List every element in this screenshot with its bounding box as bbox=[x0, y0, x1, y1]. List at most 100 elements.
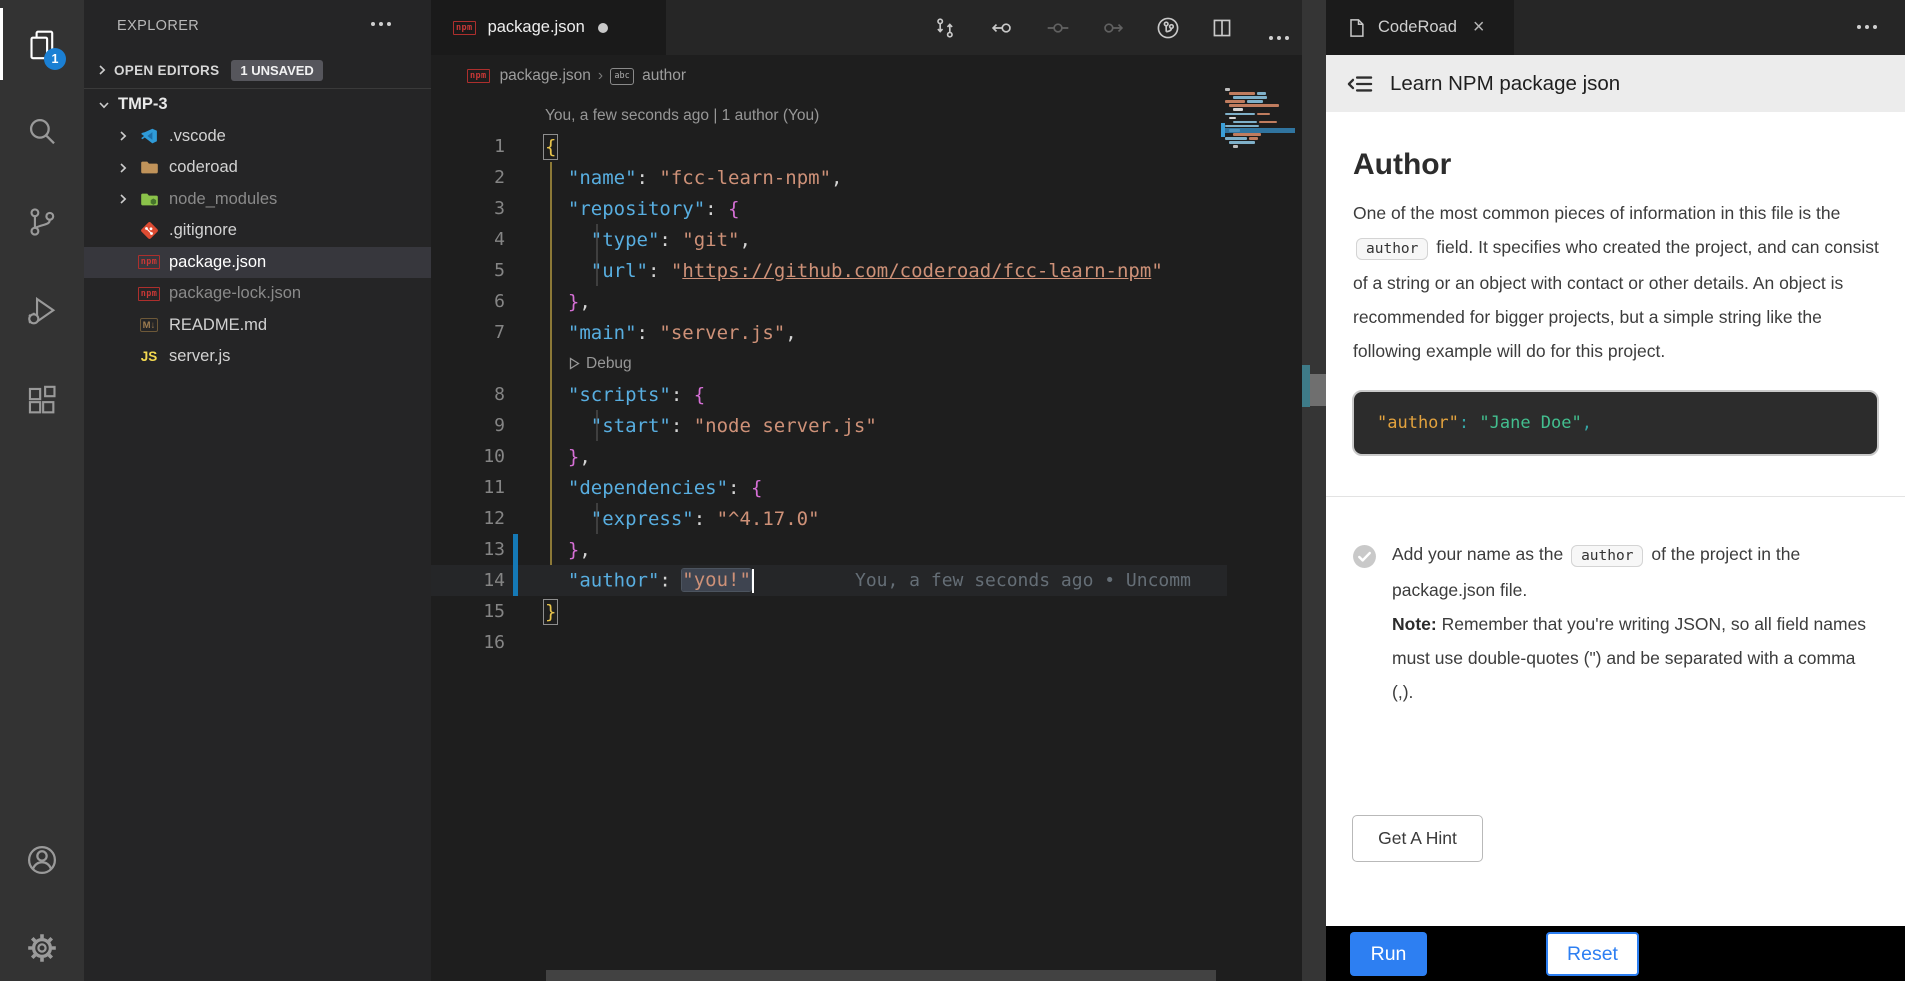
code-line-15[interactable]: 15} bbox=[431, 596, 1227, 627]
root-folder-label: TMP-3 bbox=[118, 95, 168, 114]
code-line-9[interactable]: 9 "start": "node server.js" bbox=[431, 410, 1227, 441]
file-row-node_modules[interactable]: node_modules bbox=[84, 184, 431, 216]
line-number: 8 bbox=[431, 384, 505, 405]
split-editor-icon[interactable] bbox=[1210, 16, 1234, 40]
chevron-right-icon bbox=[113, 158, 133, 178]
file-label: .vscode bbox=[169, 127, 226, 146]
horizontal-scrollbar[interactable] bbox=[546, 970, 1216, 981]
code-line-14[interactable]: 14 "author": "you!"You, a few seconds ag… bbox=[431, 565, 1227, 596]
file-label: server.js bbox=[169, 347, 230, 366]
code-line-11[interactable]: 11 "dependencies": { bbox=[431, 472, 1227, 503]
debug-codelens[interactable]: Debug bbox=[569, 355, 632, 373]
extensions-icon[interactable] bbox=[0, 370, 84, 432]
line-number: 9 bbox=[431, 415, 505, 436]
editor-tab-bar: npm package.json bbox=[431, 0, 1326, 55]
file-row-server.js[interactable]: JS server.js bbox=[84, 341, 431, 373]
next-change-icon[interactable] bbox=[1101, 16, 1125, 40]
section-heading: Author bbox=[1353, 148, 1879, 182]
account-icon[interactable] bbox=[0, 829, 84, 891]
tab-package-json[interactable]: npm package.json bbox=[431, 0, 666, 55]
npm-icon: npm bbox=[137, 252, 161, 272]
code-line-5[interactable]: 5 "url": "https://github.com/coderoad/fc… bbox=[431, 255, 1227, 286]
tab-coderoad[interactable]: CodeRoad × bbox=[1326, 0, 1514, 55]
code-line-4[interactable]: 4 "type": "git", bbox=[431, 224, 1227, 255]
markdown-icon: M↓ bbox=[137, 315, 161, 335]
menu-collapse-icon[interactable] bbox=[1346, 70, 1374, 98]
editor-scrollbar-gutter[interactable] bbox=[1302, 0, 1326, 981]
open-changes-circle-icon[interactable] bbox=[1156, 16, 1180, 40]
tree-root-tmp-3[interactable]: TMP-3 bbox=[84, 89, 431, 121]
modified-line-marker bbox=[513, 534, 518, 565]
explorer-badge: 1 bbox=[44, 48, 66, 70]
run-debug-icon[interactable] bbox=[0, 280, 84, 342]
file-row-coderoad[interactable]: coderoad bbox=[84, 152, 431, 184]
code-line-6[interactable]: 6 }, bbox=[431, 286, 1227, 317]
line-number: 15 bbox=[431, 601, 505, 622]
modified-line-marker bbox=[513, 565, 518, 596]
explorer-icon[interactable] bbox=[0, 14, 84, 76]
line-number: 12 bbox=[431, 508, 505, 529]
chevron-right-icon bbox=[92, 60, 112, 80]
breadcrumb-symbol[interactable]: author bbox=[642, 67, 686, 85]
code-line-10[interactable]: 10 }, bbox=[431, 441, 1227, 472]
file-label: package.json bbox=[169, 253, 266, 272]
scrollbar-thumb[interactable] bbox=[1310, 374, 1326, 406]
reset-button[interactable]: Reset bbox=[1546, 932, 1639, 976]
divider bbox=[1326, 496, 1905, 497]
code-editor[interactable]: You, a few seconds ago | 1 author (You) 1… bbox=[431, 100, 1227, 658]
line-number: 14 bbox=[431, 570, 505, 591]
breadcrumb-file[interactable]: package.json bbox=[500, 67, 591, 85]
code-line-2[interactable]: 2 "name": "fcc-learn-npm", bbox=[431, 162, 1227, 193]
code-line-13[interactable]: 13 }, bbox=[431, 534, 1227, 565]
run-button[interactable]: Run bbox=[1350, 932, 1427, 976]
file-row-README.md[interactable]: M↓README.md bbox=[84, 310, 431, 342]
code-line-16[interactable]: 16 bbox=[431, 627, 1227, 658]
explorer-sidebar: EXPLORER OPEN EDITORS 1 UNSAVED TMP-3 .v… bbox=[84, 0, 431, 981]
unsaved-dot-icon[interactable] bbox=[598, 23, 608, 33]
code-text: "author": "you!" bbox=[545, 569, 754, 593]
blame-codelens[interactable]: You, a few seconds ago | 1 author (You) bbox=[545, 107, 819, 125]
settings-gear-icon[interactable] bbox=[0, 917, 84, 979]
file-row-package-lock.json[interactable]: npmpackage-lock.json bbox=[84, 278, 431, 310]
chevron-right-icon: › bbox=[598, 67, 603, 85]
file-row-.gitignore[interactable]: .gitignore bbox=[84, 215, 431, 247]
change-disabled-icon[interactable] bbox=[1046, 16, 1070, 40]
breadcrumb[interactable]: npm package.json › abc author bbox=[431, 55, 1326, 97]
line-number: 10 bbox=[431, 446, 505, 467]
code-text: }, bbox=[545, 446, 591, 468]
code-line-1[interactable]: 1{ bbox=[431, 131, 1227, 162]
node-folder-icon bbox=[137, 189, 161, 209]
file-label: coderoad bbox=[169, 158, 238, 177]
code-text: } bbox=[545, 601, 556, 623]
task-text: Add your name as the author of the proje… bbox=[1392, 537, 1879, 709]
panel-more-actions-icon[interactable] bbox=[1857, 25, 1877, 29]
compare-changes-icon[interactable] bbox=[933, 16, 957, 40]
npm-file-icon: npm bbox=[453, 21, 476, 35]
npm-file-icon: npm bbox=[467, 69, 490, 83]
code-line-3[interactable]: 3 "repository": { bbox=[431, 193, 1227, 224]
coderoad-footer: Run Reset bbox=[1326, 926, 1905, 981]
js-icon: JS bbox=[137, 347, 161, 367]
get-a-hint-button[interactable]: Get A Hint bbox=[1352, 815, 1483, 862]
source-control-icon[interactable] bbox=[0, 191, 84, 253]
minimap[interactable] bbox=[1221, 88, 1302, 168]
coderoad-tab-label: CodeRoad bbox=[1378, 18, 1457, 37]
codelens-row[interactable]: You, a few seconds ago | 1 author (You) bbox=[431, 100, 1227, 131]
open-editors-section[interactable]: OPEN EDITORS 1 UNSAVED bbox=[84, 52, 431, 89]
close-icon[interactable]: × bbox=[1473, 16, 1485, 39]
code-line-8[interactable]: 8 "scripts": { bbox=[431, 379, 1227, 410]
line-number: 6 bbox=[431, 291, 505, 312]
coderoad-panel: CodeRoad × Learn NPM package json Author… bbox=[1326, 0, 1905, 981]
more-actions-icon[interactable] bbox=[1267, 26, 1291, 50]
text-cursor bbox=[752, 569, 754, 593]
open-editors-label: OPEN EDITORS bbox=[114, 63, 219, 78]
code-line-7[interactable]: 7 "main": "server.js", bbox=[431, 317, 1227, 348]
explorer-more-actions-icon[interactable] bbox=[371, 22, 391, 26]
codelens-row[interactable]: Debug bbox=[431, 348, 1227, 379]
code-line-12[interactable]: 12 "express": "^4.17.0" bbox=[431, 503, 1227, 534]
file-row-.vscode[interactable]: .vscode bbox=[84, 121, 431, 153]
previous-change-icon[interactable] bbox=[990, 16, 1014, 40]
file-row-package.json[interactable]: npm package.json bbox=[84, 247, 431, 279]
vscode-icon bbox=[137, 126, 161, 146]
search-icon[interactable] bbox=[0, 100, 84, 162]
